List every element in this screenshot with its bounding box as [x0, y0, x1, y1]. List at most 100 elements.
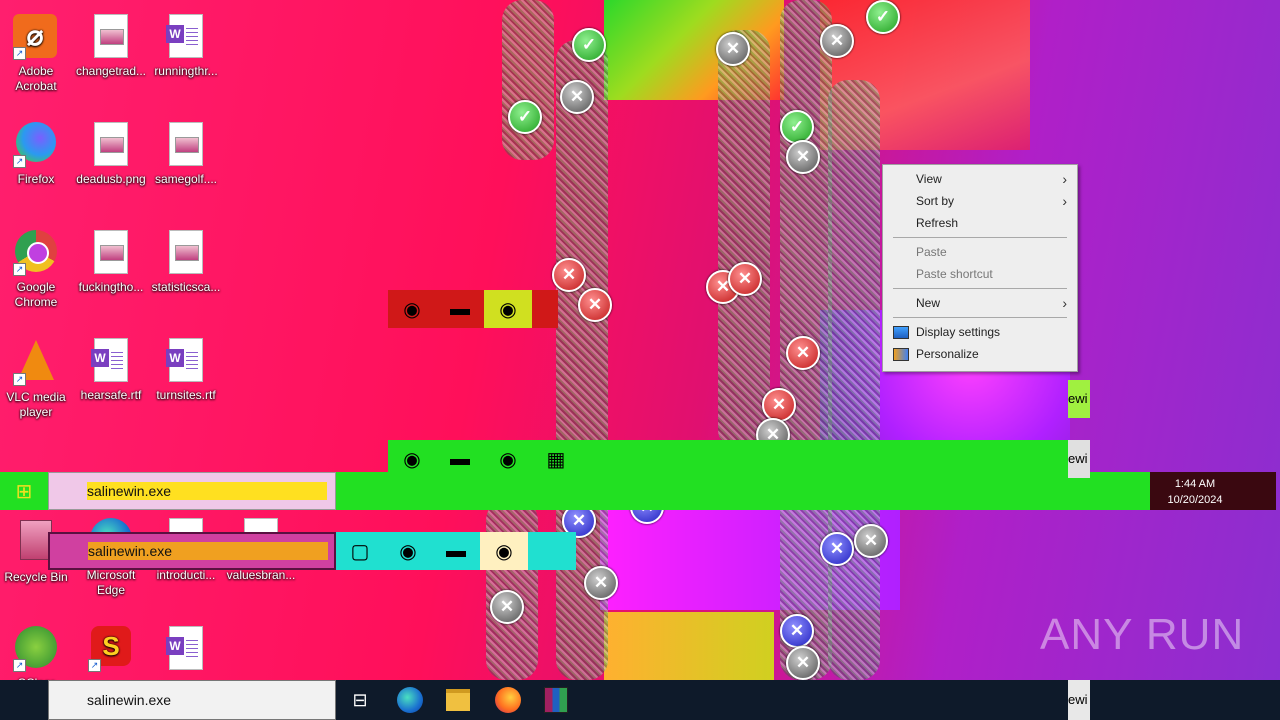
taskbar-winrar-button[interactable]	[532, 680, 580, 720]
menu-item-personalize[interactable]: Personalize	[883, 343, 1077, 365]
firefox-icon: ↗	[13, 122, 59, 168]
word-document-icon: W	[163, 626, 209, 672]
desktop-icon-label: Adobe Acrobat	[15, 64, 57, 93]
error-icon: ✕	[854, 524, 888, 558]
start-button[interactable]	[0, 680, 48, 720]
menu-item-label: New	[916, 296, 941, 310]
file-explorer-icon: ▬	[446, 539, 466, 562]
error-icon: ✕	[762, 388, 796, 422]
error-icon: ✕	[786, 140, 820, 174]
desktop-icon-label: introducti...	[156, 568, 216, 582]
menu-separator	[893, 317, 1067, 318]
success-icon: ✓	[780, 110, 814, 144]
desktop-icon-file[interactable]: W hearsafe.rtf	[73, 338, 149, 403]
winrar-icon	[544, 687, 568, 713]
clock-time: 1:44 AM	[1174, 478, 1216, 490]
chevron-right-icon: ›	[1062, 193, 1067, 209]
chevron-right-icon: ›	[1062, 295, 1067, 311]
desktop-icon-label: samegolf....	[154, 172, 218, 186]
desktop-icon-file[interactable]: statisticsca...	[148, 230, 224, 295]
desktop-icon-file[interactable]: W runningthr...	[148, 14, 224, 79]
menu-item-label: Paste shortcut	[916, 267, 993, 281]
error-icon: ✕	[552, 258, 586, 292]
task-view-button[interactable]: ⊟	[336, 680, 384, 720]
menu-item-label: Sort by	[916, 194, 955, 208]
desktop-icon-file[interactable]: deadusb.png	[73, 122, 149, 187]
desktop-icon-label: fuckingtho...	[78, 280, 144, 294]
task-view-icon: ▢	[350, 540, 370, 563]
edge-icon	[397, 687, 423, 713]
desktop-icon-adobe-acrobat[interactable]: ⌀ ↗ Adobe Acrobat	[0, 14, 74, 94]
menu-item-new[interactable]: New ›	[883, 292, 1077, 314]
glitch-search-text: salinewin.exe	[87, 482, 327, 500]
watermark: ANY RUN	[1040, 610, 1245, 659]
chrome-icon: ↗	[13, 230, 59, 276]
desktop-icon-google-chrome[interactable]: ↗ Google Chrome	[0, 230, 74, 310]
desktop-icon-file[interactable]: changetrad...	[73, 14, 149, 79]
search-input[interactable]: salinewin.exe	[48, 680, 336, 720]
word-document-icon: W	[163, 14, 209, 60]
glitch-search-box: salinewin.exe	[48, 532, 336, 570]
firefox-icon	[495, 687, 521, 713]
glitch-taskbar-fragment: 1:44 AM 10/20/2024	[1150, 472, 1276, 510]
desktop-icon-file[interactable]: samegolf....	[148, 122, 224, 187]
error-icon: ✕	[780, 614, 814, 648]
image-file-icon	[163, 122, 209, 168]
desktop-context-menu: View › Sort by › Refresh Paste Paste sho…	[882, 164, 1078, 372]
menu-item-view[interactable]: View ›	[883, 168, 1077, 190]
error-icon: ✕	[786, 336, 820, 370]
error-icon: ✕	[820, 24, 854, 58]
error-icon: ✕	[716, 32, 750, 66]
desktop-icon-label: Google Chrome	[14, 280, 58, 309]
menu-item-paste[interactable]: Paste	[883, 241, 1077, 263]
menu-item-paste-shortcut[interactable]: Paste shortcut	[883, 263, 1077, 285]
desktop-icon-label: deadusb.png	[76, 172, 146, 186]
desktop-icon-firefox[interactable]: ↗ Firefox	[0, 122, 74, 187]
error-icon: ✕	[786, 646, 820, 680]
desktop-icon-smartftp[interactable]: S ↗	[73, 626, 149, 676]
desktop-icon-file[interactable]: W turnsites.rtf	[148, 338, 224, 403]
glitch-artifact	[502, 0, 554, 160]
menu-separator	[893, 237, 1067, 238]
personalize-icon	[893, 348, 909, 361]
desktop-icon-label: hearsafe.rtf	[80, 388, 142, 402]
glitch-taskbar-fragment: ▢ ◉ ▬ ◉	[336, 532, 576, 570]
glitch-artifact	[604, 612, 774, 682]
clock: 1:44 AM 10/20/2024	[1150, 476, 1240, 508]
desktop-icon-vlc[interactable]: ↗ VLC media player	[0, 338, 74, 420]
menu-item-refresh[interactable]: Refresh	[883, 212, 1077, 234]
image-file-icon	[88, 230, 134, 276]
error-icon: ✕	[820, 532, 854, 566]
menu-item-label: Display settings	[916, 325, 1001, 339]
image-file-icon	[163, 230, 209, 276]
menu-item-label: View	[916, 172, 942, 186]
firefox-icon: ◉	[484, 290, 532, 328]
adobe-acrobat-icon: ⌀ ↗	[13, 14, 59, 60]
menu-separator	[893, 288, 1067, 289]
desktop-icon-file[interactable]: fuckingtho...	[73, 230, 149, 295]
desktop-icon-label: statisticsca...	[151, 280, 221, 294]
menu-item-label: Personalize	[916, 347, 979, 361]
word-document-icon: W	[163, 338, 209, 384]
smartftp-icon: S ↗	[88, 626, 134, 672]
desktop-icon-label: Microsoft Edge	[86, 568, 136, 597]
menu-item-display-settings[interactable]: Display settings	[883, 321, 1077, 343]
error-icon: ✕	[728, 262, 762, 296]
glitch-tray-fragment: ewi	[1068, 380, 1090, 418]
menu-item-sort-by[interactable]: Sort by ›	[883, 190, 1077, 212]
taskbar-edge-button[interactable]	[386, 680, 434, 720]
menu-item-label: Paste	[916, 245, 947, 259]
file-explorer-icon	[446, 689, 470, 711]
error-icon: ✕	[584, 566, 618, 600]
taskbar-file-explorer-button[interactable]	[434, 680, 482, 720]
display-icon	[893, 326, 909, 339]
image-file-icon	[88, 122, 134, 168]
desktop-icon-file[interactable]: W	[148, 626, 224, 676]
search-text: salinewin.exe	[87, 692, 172, 708]
chevron-right-icon: ›	[1062, 171, 1067, 187]
desktop-icon-label: changetrad...	[75, 64, 147, 78]
taskbar-firefox-button[interactable]	[484, 680, 532, 720]
ccleaner-icon: ↗	[13, 626, 59, 672]
firefox-icon: ◉	[480, 532, 528, 570]
desktop-icon-label: valuesbran...	[226, 568, 296, 582]
